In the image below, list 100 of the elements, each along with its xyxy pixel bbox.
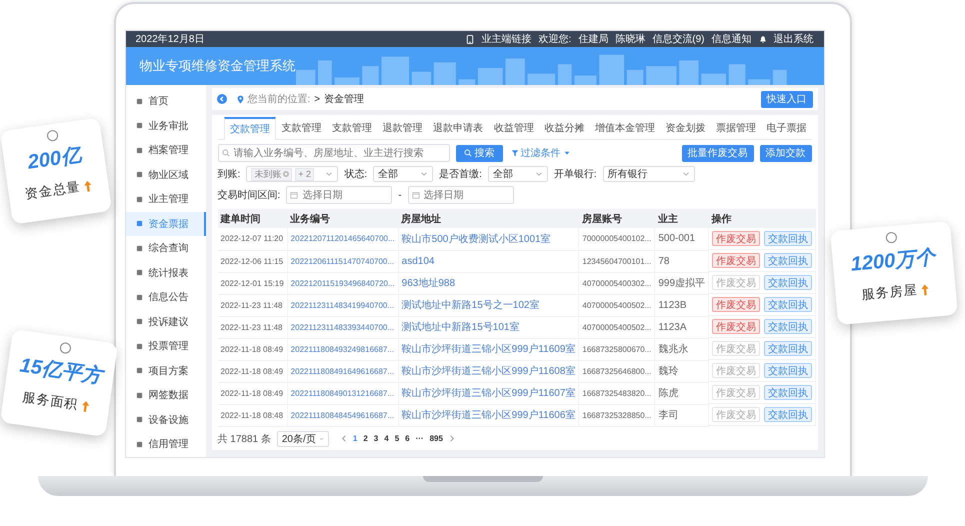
page-link[interactable]: 4 — [384, 434, 389, 443]
table-cell[interactable]: 鞍山市沙坪街道三锦小区999户11609室 — [398, 338, 579, 360]
tab[interactable]: 增值本金管理 — [590, 121, 660, 139]
sidebar-item[interactable]: 信用管理 — [126, 432, 206, 456]
sidebar-item[interactable]: 网签数据 — [126, 383, 206, 408]
page-link[interactable]: 895 — [430, 434, 443, 443]
hole-icon — [58, 342, 72, 354]
page-link[interactable]: ··· — [416, 434, 424, 443]
sidebar-item[interactable]: 首页 — [126, 89, 206, 114]
sidebar-item[interactable]: 投票管理 — [126, 334, 206, 358]
action-button[interactable]: 添加交款 — [760, 144, 812, 162]
receipt-button[interactable]: 交款回执 — [764, 319, 812, 334]
table-cell[interactable]: 2022111808493249816687... — [287, 338, 398, 360]
table-cell[interactable]: 2022120115193496840720... — [287, 272, 398, 294]
stat-label: 服务房屋 — [861, 281, 918, 304]
void-button[interactable]: 作废交易 — [712, 319, 760, 334]
receipt-button[interactable]: 交款回执 — [764, 275, 812, 290]
tab[interactable]: 收益分摊 — [539, 121, 590, 139]
table-cell[interactable]: 鞍山市500户收费测试小区1001室 — [398, 228, 579, 250]
back-icon[interactable] — [216, 94, 226, 104]
receipt-button[interactable]: 交款回执 — [764, 385, 812, 400]
sidebar-item[interactable]: 设备设施 — [126, 408, 206, 432]
receipt-button[interactable]: 交款回执 — [764, 297, 812, 312]
table-cell[interactable]: 鞍山市沙坪街道三锦小区999户11607室 — [398, 382, 579, 404]
calendar-icon — [412, 191, 420, 199]
sidebar-item[interactable]: 统计报表 — [126, 260, 206, 285]
sidebar-item[interactable]: 投诉建议 — [126, 310, 206, 334]
multi-select[interactable]: 未到账 + 2 — [246, 166, 338, 182]
sidebar-item[interactable]: 综合查询 — [126, 236, 206, 260]
table-cell[interactable]: 2022120711201465640700... — [287, 228, 398, 250]
select-field[interactable]: 全部 — [373, 166, 434, 182]
square-icon — [136, 171, 142, 178]
tab[interactable]: 退款申请表 — [428, 121, 488, 139]
table-cell[interactable]: 测试地址中新路15号101室 — [398, 316, 579, 338]
receipt-button[interactable]: 交款回执 — [764, 407, 812, 422]
tab[interactable]: 支款管理 — [326, 121, 378, 139]
tab[interactable]: 支款管理 — [276, 121, 327, 139]
bell-icon[interactable] — [758, 34, 766, 44]
table-cell[interactable]: 2022111808490131216687... — [287, 382, 398, 404]
table-cell[interactable]: 963地址988 — [398, 272, 579, 294]
table-cell[interactable]: 2022111808484549616687... — [287, 404, 398, 426]
system-title: 物业专项维修资金管理系统 — [140, 57, 296, 75]
page-link[interactable]: 5 — [394, 434, 400, 443]
select-field[interactable]: 全部 — [488, 166, 548, 182]
table-cell: 40700005400502... — [578, 294, 655, 316]
page-size-select[interactable]: 20条/页 — [276, 430, 329, 446]
receipt-button[interactable]: 交款回执 — [764, 253, 812, 268]
chevron-down-icon — [325, 170, 334, 178]
void-button[interactable]: 作废交易 — [712, 253, 760, 268]
column-header: 建单时间 — [218, 209, 288, 228]
void-button[interactable]: 作废交易 — [712, 231, 760, 246]
tab[interactable]: 电子票据 — [761, 121, 812, 139]
sidebar-item[interactable]: 资金票据 — [126, 212, 206, 236]
logout-link[interactable]: 退出系统 — [774, 32, 814, 46]
square-icon — [136, 294, 142, 301]
tab[interactable]: 退款管理 — [377, 121, 428, 139]
square-icon — [136, 416, 142, 424]
table-cell[interactable]: 2022120611151470740700... — [287, 250, 398, 272]
sidebar-item[interactable]: 档案管理 — [126, 138, 206, 162]
table-cell[interactable]: 鞍山市沙坪街道三锦小区999户11608室 — [398, 360, 579, 382]
messages-link[interactable]: 信息交流(9) — [652, 32, 704, 46]
receipt-button[interactable]: 交款回执 — [764, 363, 812, 378]
receipt-button[interactable]: 交款回执 — [764, 231, 812, 246]
void-button[interactable]: 作废交易 — [712, 297, 760, 312]
table-cell[interactable]: 2022112311483393440700... — [287, 316, 398, 338]
filter-button[interactable]: 过滤条件 — [508, 145, 572, 161]
quick-entry-button[interactable]: 快速入口 — [760, 90, 812, 108]
owner-link[interactable]: 业主端链接 — [481, 32, 532, 46]
page-link[interactable]: 1 — [352, 434, 358, 443]
table-cell[interactable]: 鞍山市沙坪街道三锦小区999户11606室 — [398, 404, 579, 426]
tab[interactable]: 资金划拨 — [660, 121, 711, 139]
action-button[interactable]: 批量作废交易 — [682, 144, 754, 162]
sidebar-item[interactable]: 业主管理 — [126, 187, 206, 212]
chevron-right-icon[interactable] — [448, 434, 455, 443]
sidebar-item[interactable]: 业务审批 — [126, 114, 206, 138]
tab[interactable]: 收益管理 — [488, 121, 540, 139]
page-link[interactable]: 2 — [363, 434, 368, 443]
table-cell[interactable]: 2022111808491649616687... — [287, 360, 398, 382]
sidebar-item[interactable]: 信息公告 — [126, 285, 206, 310]
date-field[interactable]: 选择日期 — [408, 186, 514, 204]
chevron-left-icon[interactable] — [340, 434, 347, 443]
tab[interactable]: 交款管理 — [224, 117, 276, 140]
table-cell[interactable]: asd104 — [398, 250, 579, 272]
sidebar-item[interactable]: 物业区域 — [126, 162, 206, 187]
table-cell: 魏兆永 — [654, 338, 709, 360]
filter-label: 是否首缴: — [439, 168, 482, 181]
page-link[interactable]: 3 — [374, 434, 378, 443]
search-field[interactable]: 请输入业务编号、房屋地址、业主进行搜索 — [218, 144, 450, 162]
table-cell[interactable]: 2022112311483419940700... — [287, 294, 398, 316]
table-cell[interactable]: 测试地址中新路15号之一102室 — [398, 294, 579, 316]
date-field[interactable]: 选择日期 — [286, 186, 392, 204]
notices-link[interactable]: 信息通知 — [712, 32, 752, 46]
close-icon[interactable] — [283, 171, 290, 177]
table-cell: 2022-12-06 11:15 — [218, 250, 288, 272]
receipt-button[interactable]: 交款回执 — [764, 341, 812, 356]
search-button[interactable]: 搜索 — [456, 144, 502, 162]
page-link[interactable]: 6 — [405, 434, 410, 443]
select-field[interactable]: 所有银行 — [602, 166, 695, 182]
tab[interactable]: 票据管理 — [710, 121, 762, 139]
sidebar-item[interactable]: 项目方案 — [126, 358, 206, 383]
